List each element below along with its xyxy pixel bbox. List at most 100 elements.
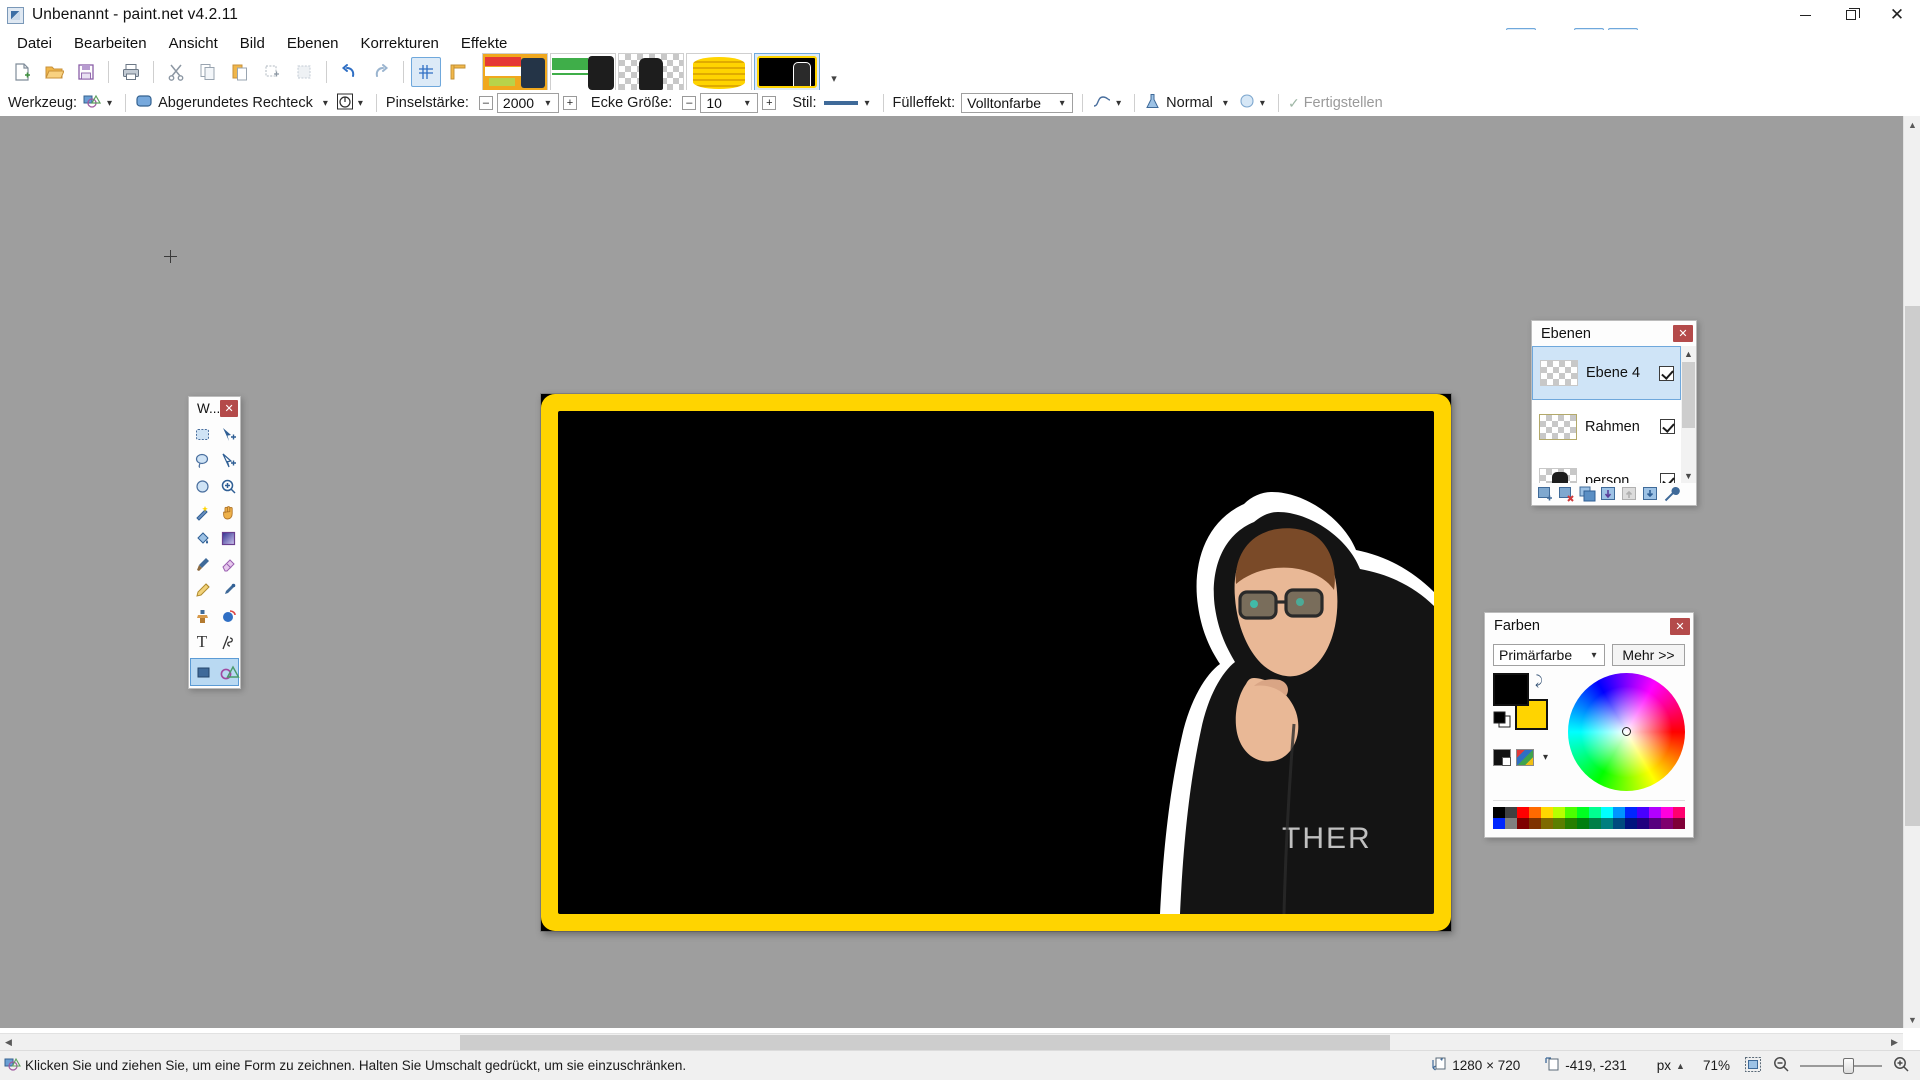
layer-visibility-checkbox[interactable] — [1659, 365, 1674, 381]
chevron-down-icon[interactable]: ▾ — [739, 98, 755, 109]
chevron-down-icon[interactable]: ▾ — [540, 98, 556, 109]
palette-swatch[interactable] — [1553, 807, 1565, 818]
recolor-tool[interactable] — [215, 603, 241, 629]
palette-swatch[interactable] — [1541, 818, 1553, 829]
layers-scroll-thumb[interactable] — [1682, 362, 1695, 428]
vertical-scrollbar[interactable]: ▲ ▼ — [1903, 116, 1920, 1028]
horizontal-scrollbar[interactable]: ◀ ▶ — [0, 1033, 1903, 1050]
image-tab-2[interactable] — [550, 53, 616, 91]
palette-swatch[interactable] — [1577, 807, 1589, 818]
close-icon[interactable]: ✕ — [1673, 325, 1693, 342]
palette-swatch[interactable] — [1565, 818, 1577, 829]
delete-layer-button[interactable] — [1556, 485, 1576, 504]
move-layer-up-button[interactable] — [1619, 485, 1639, 504]
layer-visibility-checkbox[interactable] — [1660, 473, 1675, 483]
corner-size-input[interactable]: 10 ▾ — [700, 93, 759, 113]
floppy-save-icon[interactable] — [71, 57, 101, 87]
zoom-slider[interactable] — [1800, 1057, 1882, 1074]
palette-swatch[interactable] — [1673, 807, 1685, 818]
palette-swatch[interactable] — [1553, 818, 1565, 829]
shapes-tool-selected-group[interactable] — [190, 658, 240, 686]
move-layer-down-button[interactable] — [1640, 485, 1660, 504]
canvas-workarea[interactable]: THER — [0, 116, 1920, 1028]
color-mode-select[interactable]: Primärfarbe ▾ — [1493, 644, 1605, 666]
palette-swatch[interactable] — [1661, 818, 1673, 829]
shape-blob-dropdown-icon[interactable]: ▾ — [1256, 98, 1269, 109]
layer-row[interactable]: Rahmen — [1532, 400, 1681, 454]
layer-properties-button[interactable] — [1661, 485, 1681, 504]
palette-swatch[interactable] — [1493, 818, 1505, 829]
palette-swatch[interactable] — [1517, 807, 1529, 818]
shape-mode-dropdown-icon[interactable]: ▾ — [354, 98, 367, 109]
fill-effect-select[interactable]: Volltonfarbe ▾ — [961, 93, 1074, 113]
printer-icon[interactable] — [116, 57, 146, 87]
ellipse-select-tool[interactable] — [189, 473, 215, 499]
move-selection-tool[interactable] — [215, 447, 241, 473]
palette-swatch[interactable] — [1517, 818, 1529, 829]
palette-swatch[interactable] — [1625, 807, 1637, 818]
shape-blob-icon[interactable] — [1238, 93, 1256, 113]
shapes-triangle-icon[interactable] — [217, 659, 243, 685]
gradient-tool[interactable] — [215, 525, 241, 551]
brush-width-input[interactable]: 2000 ▾ — [496, 93, 559, 113]
tools-palette-header[interactable]: W... ✕ — [189, 397, 240, 419]
palette-dropdown-icon[interactable]: ▾ — [1539, 752, 1552, 763]
palette-swatch[interactable] — [1637, 818, 1649, 829]
scroll-right-button[interactable]: ▶ — [1886, 1034, 1903, 1051]
shape-dropdown-icon[interactable]: ▾ — [319, 98, 332, 109]
paste-icon[interactable] — [225, 57, 255, 87]
layer-visibility-checkbox[interactable] — [1660, 419, 1675, 434]
palette-swatch[interactable] — [1673, 818, 1685, 829]
image-tab-5[interactable] — [754, 53, 820, 91]
minimize-button[interactable] — [1782, 0, 1828, 30]
layers-list[interactable]: Ebene 4 Rahmen person ▲ ▼ — [1532, 346, 1696, 483]
swap-arrow-icon[interactable]: ⤸ — [1535, 673, 1543, 689]
antialiasing-icon[interactable] — [1092, 94, 1112, 113]
finish-button[interactable]: Fertigstellen — [1304, 95, 1383, 111]
undo-arrow-icon[interactable] — [334, 57, 364, 87]
palette-swatch[interactable] — [1589, 807, 1601, 818]
eraser-tool[interactable] — [215, 551, 241, 577]
zoom-out-icon[interactable] — [1772, 1055, 1790, 1076]
pencil-tool[interactable] — [189, 577, 215, 603]
units-group[interactable]: px ▲ — [1657, 1058, 1685, 1073]
reset-colors-icon[interactable] — [1493, 711, 1513, 729]
magic-wand-tool[interactable] — [189, 499, 215, 525]
chevron-up-icon[interactable]: ▲ — [1676, 1061, 1685, 1071]
brush-width-increment[interactable]: + — [562, 96, 577, 110]
paint-bucket-tool[interactable] — [189, 525, 215, 551]
brush-width-decrement[interactable]: – — [478, 96, 493, 110]
pan-tool[interactable] — [215, 499, 241, 525]
add-color-icon[interactable] — [1493, 749, 1511, 766]
chevron-up-icon[interactable]: ▲ — [1681, 346, 1696, 361]
ruler-icon[interactable] — [443, 57, 473, 87]
scroll-down-button[interactable]: ▼ — [1904, 1011, 1920, 1028]
close-button[interactable]: ✕ — [1874, 0, 1920, 30]
line-curve-tool[interactable] — [215, 629, 241, 655]
zoom-tool[interactable] — [215, 473, 241, 499]
color-wheel-cursor[interactable] — [1621, 727, 1631, 736]
palette-swatch[interactable] — [1577, 818, 1589, 829]
rectangle-select-tool[interactable] — [189, 421, 215, 447]
move-selected-tool[interactable] — [215, 421, 241, 447]
vertical-scroll-thumb[interactable] — [1905, 306, 1920, 826]
chevron-down-icon[interactable]: ▾ — [826, 59, 842, 85]
maximize-button[interactable] — [1828, 0, 1874, 30]
palette-swatch[interactable] — [1649, 807, 1661, 818]
add-layer-button[interactable] — [1535, 485, 1555, 504]
more-colors-button[interactable]: Mehr >> — [1612, 644, 1685, 666]
chevron-down-icon[interactable]: ▾ — [1586, 650, 1602, 661]
tool-dropdown-icon[interactable]: ▾ — [103, 98, 116, 109]
image-tab-1[interactable] — [482, 53, 548, 91]
blend-mode-dropdown-icon[interactable]: ▾ — [1219, 98, 1232, 109]
corner-size-increment[interactable]: + — [762, 96, 777, 110]
image-tab-4[interactable] — [686, 53, 752, 91]
zoom-slider-knob[interactable] — [1843, 1057, 1854, 1074]
redo-arrow-icon[interactable] — [366, 57, 396, 87]
paintbrush-tool[interactable] — [189, 551, 215, 577]
palette-swatch[interactable] — [1661, 807, 1673, 818]
scroll-left-button[interactable]: ◀ — [0, 1034, 17, 1051]
layers-panel[interactable]: Ebenen ✕ Ebene 4 Rahmen person ▲ ▼ — [1531, 320, 1697, 506]
deselect-icon[interactable] — [289, 57, 319, 87]
chevron-down-icon[interactable]: ▾ — [1054, 98, 1070, 109]
